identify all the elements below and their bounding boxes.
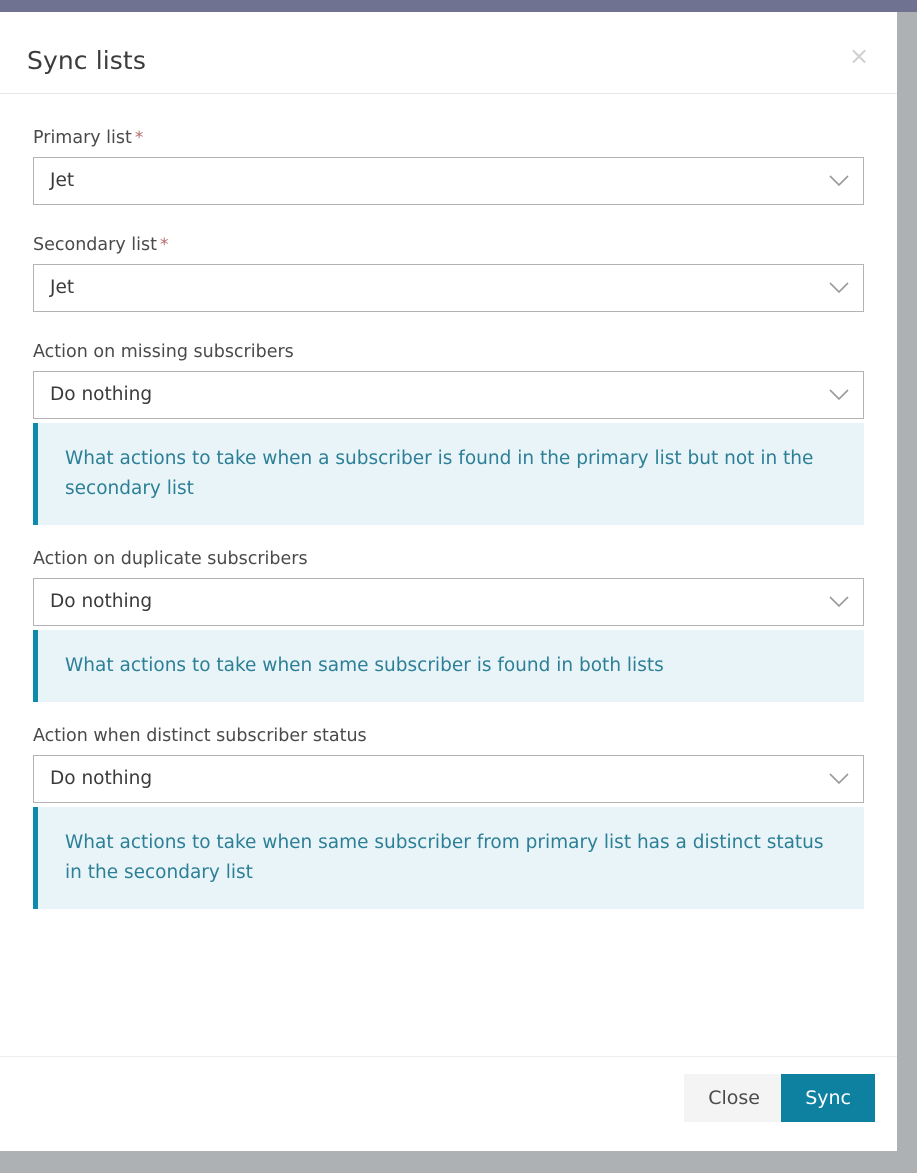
select-action-missing-subscribers[interactable]: Do nothing xyxy=(33,371,864,419)
modal-backdrop-top xyxy=(0,0,917,12)
select-value: Do nothing xyxy=(50,591,153,612)
sync-lists-dialog: Sync lists × Primary list * Jet Secondary… xyxy=(0,12,897,1151)
label-text: Secondary list xyxy=(33,235,157,255)
field-action-distinct-status: Action when distinct subscriber status D… xyxy=(22,726,875,909)
help-text-action-missing-subscribers: What actions to take when a subscriber i… xyxy=(33,423,864,525)
modal-backdrop-bottom xyxy=(0,1151,917,1173)
label-text: Action on duplicate subscribers xyxy=(33,549,308,569)
dialog-header: Sync lists × xyxy=(0,12,897,94)
page-title: Sync lists xyxy=(27,46,146,75)
field-label-action-missing-subscribers: Action on missing subscribers xyxy=(33,342,875,362)
help-text-action-distinct-status: What actions to take when same subscribe… xyxy=(33,807,864,909)
field-action-duplicate-subscribers: Action on duplicate subscribers Do nothi… xyxy=(22,549,875,702)
field-label-action-distinct-status: Action when distinct subscriber status xyxy=(33,726,875,746)
chevron-down-icon xyxy=(829,282,849,294)
chevron-down-icon xyxy=(829,389,849,401)
field-primary-list: Primary list * Jet xyxy=(22,128,875,205)
sync-button[interactable]: Sync xyxy=(781,1074,875,1122)
select-value: Do nothing xyxy=(50,384,153,405)
select-primary-list[interactable]: Jet xyxy=(33,157,864,205)
select-value: Do nothing xyxy=(50,768,153,789)
select-action-distinct-status[interactable]: Do nothing xyxy=(33,755,864,803)
label-text: Action when distinct subscriber status xyxy=(33,726,367,746)
chevron-down-icon xyxy=(829,773,849,785)
chevron-down-icon xyxy=(829,175,849,187)
required-marker: * xyxy=(134,128,144,148)
field-action-missing-subscribers: Action on missing subscribers Do nothing… xyxy=(22,342,875,525)
field-label-secondary-list: Secondary list * xyxy=(33,235,875,255)
close-button[interactable]: Close xyxy=(684,1074,784,1122)
chevron-down-icon xyxy=(829,596,849,608)
field-secondary-list: Secondary list * Jet xyxy=(22,235,875,312)
help-text-action-duplicate-subscribers: What actions to take when same subscribe… xyxy=(33,630,864,702)
field-label-action-duplicate-subscribers: Action on duplicate subscribers xyxy=(33,549,875,569)
field-label-primary-list: Primary list * xyxy=(33,128,875,148)
label-text: Primary list xyxy=(33,128,132,148)
required-marker: * xyxy=(159,235,169,255)
modal-backdrop-right xyxy=(897,12,917,1173)
dialog-body: Primary list* Jet Secondary list* Jet xyxy=(0,94,897,1056)
select-secondary-list[interactable]: Jet xyxy=(33,264,864,312)
select-action-duplicate-subscribers[interactable]: Do nothing xyxy=(33,578,864,626)
label-text: Action on missing subscribers xyxy=(33,342,294,362)
select-value: Jet xyxy=(50,277,75,298)
close-icon[interactable]: × xyxy=(845,42,873,70)
dialog-footer: Close Sync xyxy=(0,1056,897,1151)
select-value: Jet xyxy=(50,170,75,191)
